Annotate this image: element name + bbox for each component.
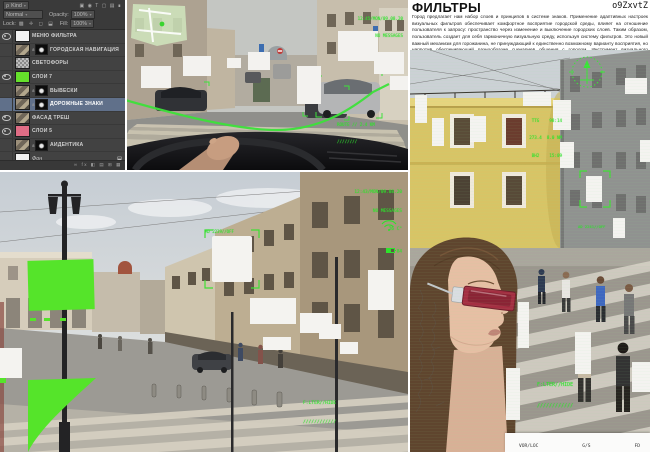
driving-ar-photo: 12:45/MON/09.08.20 NO MESSAGES ROUTE // … (127, 0, 408, 170)
fill-label: Fill: (60, 21, 68, 27)
layers-panel-footer-icons[interactable]: ∞ fx ◧ ▤ ⊞ ▦ (0, 160, 125, 170)
eye-icon (2, 128, 11, 135)
layer-mask-thumbnail (35, 140, 48, 151)
visibility-toggle[interactable] (0, 71, 13, 84)
eye-icon (2, 115, 11, 122)
layer-name: СЛОЙ 7 (32, 74, 52, 80)
visibility-toggle[interactable] (0, 30, 13, 43)
opacity-dropdown[interactable]: 100% ▾ (71, 10, 95, 19)
layer-name: ДОРОЖНЫЕ ЗНАКИ (50, 101, 103, 107)
instrument-bar: VOR/LOC G/S FD (505, 433, 650, 452)
layer-mask-thumbnail (35, 99, 48, 110)
visibility-toggle[interactable] (0, 44, 13, 57)
layers-list: МЕНЮ ФИЛЬТРА 8 ГОРОДСКАЯ НАВИГАЦИЯ СВЕТО… (0, 30, 125, 162)
layer-name: ГОРОДСКАЯ НАВИГАЦИЯ (50, 47, 119, 53)
design-board: ρ Kind ▾ ▣ ◉ T ▢ ▤ ∎ Normal ▾ Opacity: 1… (0, 0, 650, 452)
layer-mask-thumbnail (35, 44, 48, 55)
layer-thumbnail (15, 112, 30, 124)
layer-thumbnail (15, 85, 30, 97)
visibility-toggle[interactable] (0, 98, 13, 111)
street-filter-hud: F:LTER//HIDE //////////// TRAFFIC SIGN /… (303, 388, 356, 452)
current-location-dot (160, 22, 165, 27)
layer-thumbnail (15, 30, 30, 42)
drive-status-hud: 12:45/MON/09.08.20 NO MESSAGES (358, 4, 403, 51)
eye-icon (2, 33, 11, 40)
layer-row[interactable]: 8 АЙДЕНТИКА (0, 139, 125, 153)
lock-label: Lock: (3, 21, 16, 27)
layer-name: СЛОЙ 5 (32, 128, 52, 134)
chevron-down-icon: ▾ (25, 12, 27, 17)
blend-mode-value: Normal (6, 12, 23, 18)
layers-panel-header: ρ Kind ▾ ▣ ◉ T ▢ ▤ ∎ Normal ▾ Opacity: 1… (0, 0, 125, 30)
bracket-tag: AD 2239//OFF (205, 218, 234, 246)
layer-thumbnail (15, 44, 30, 56)
blend-mode-dropdown[interactable]: Normal ▾ (3, 10, 43, 19)
layer-thumbnail (15, 57, 30, 69)
drive-nav-hud: ROUTE // 2.4 KM //////// TURN RIGHT 40 M… (337, 110, 387, 170)
fill-value: 100% (73, 21, 87, 27)
board-code: o9ZxvtZ (612, 1, 648, 11)
visibility-toggle[interactable] (0, 125, 13, 138)
layer-row[interactable]: ФАСАД ТРЕШ (0, 112, 125, 126)
visibility-toggle[interactable] (0, 139, 13, 152)
layer-row[interactable]: СВЕТОФОРЫ (0, 57, 125, 71)
fill-dropdown[interactable]: 100% ▾ (70, 19, 94, 28)
vor-loc-label: VOR/LOC (519, 444, 538, 449)
battery-icon (386, 248, 395, 254)
layer-row[interactable]: 8 ГОРОДСКАЯ НАВИГАЦИЯ (0, 44, 125, 58)
bracket-tag: AD 2241//OFF (578, 213, 605, 240)
kind-filter-dropdown[interactable]: ρ Kind ▾ (3, 1, 29, 10)
lock-option-icons[interactable]: ▩ ✛ ◻ ⬓ (19, 21, 55, 27)
car (192, 352, 232, 374)
layer-name: ФАСАД ТРЕШ (32, 115, 69, 121)
layer-row[interactable]: СЛОЙ 5 (0, 125, 125, 139)
eye-icon (2, 74, 11, 81)
layer-name: МЕНЮ ФИЛЬТРА (32, 33, 77, 39)
visibility-toggle[interactable] (0, 57, 13, 70)
visibility-toggle[interactable] (0, 112, 13, 125)
woman-portrait (410, 238, 517, 452)
layer-row[interactable]: МЕНЮ ФИЛЬТРА (0, 30, 125, 44)
opacity-label: Opacity: (49, 12, 69, 18)
layer-name: ВЫВЕСКИ (50, 88, 78, 94)
layer-row[interactable]: 8 ВЫВЕСКИ (0, 84, 125, 98)
layer-name: СВЕТОФОРЫ (32, 60, 68, 66)
filter-type-icons[interactable]: ▣ ◉ T ▢ ▤ ∎ (79, 3, 122, 9)
chevron-down-icon: ▾ (89, 21, 91, 26)
chevron-down-icon: ▾ (90, 12, 92, 17)
search-icon: ρ (6, 3, 9, 9)
layer-row[interactable]: СЛОЙ 7 (0, 71, 125, 85)
right-text-column: ФИЛЬТРЫ o9ZxvtZ Город предлагает нам наб… (410, 0, 650, 452)
gs-label: G/S (582, 444, 590, 449)
street-status-hud: 12:43/MON/09.08.20 NO MESSAGES 26 C° 84 (354, 178, 402, 267)
chevron-down-icon: ▾ (24, 3, 26, 8)
layer-name: АЙДЕНТИКА (50, 142, 83, 148)
opacity-value: 100% (74, 12, 88, 18)
glasses-ar-photo: TTG 98:14 273.4 8.0 NM BH2 15:09 AD 2241… (410, 50, 650, 452)
layer-thumbnail (15, 139, 30, 151)
nav-hud: TTG 98:14 273.4 8.0 NM BH2 15:09 (529, 106, 562, 171)
street-ar-photo: 12:43/MON/09.08.20 NO MESSAGES 26 C° 84 … (0, 172, 408, 452)
photoshop-layers-panel: ρ Kind ▾ ▣ ◉ T ▢ ▤ ∎ Normal ▾ Opacity: 1… (0, 0, 125, 170)
layer-thumbnail (15, 125, 30, 137)
visibility-toggle[interactable] (0, 84, 13, 97)
layer-thumbnail (15, 98, 30, 110)
minimap-overlay (131, 4, 187, 46)
layer-thumbnail (15, 71, 30, 83)
kind-label: Kind (11, 3, 22, 9)
page-title: ФИЛЬТРЫ (412, 0, 481, 15)
layer-row-selected[interactable]: 8 ДОРОЖНЫЕ ЗНАКИ (0, 98, 125, 112)
fd-label: FD (634, 444, 640, 449)
layer-mask-thumbnail (35, 85, 48, 96)
